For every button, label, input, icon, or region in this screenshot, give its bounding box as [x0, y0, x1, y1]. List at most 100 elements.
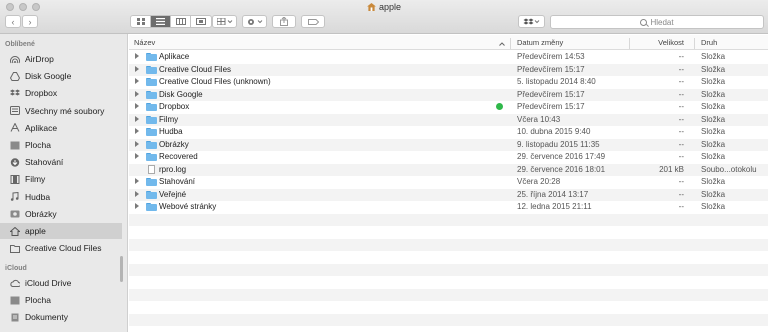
sidebar-item-stahování[interactable]: Stahování: [0, 154, 122, 170]
list-view-button[interactable]: [151, 16, 171, 27]
sidebar-item-label: Disk Google: [25, 71, 72, 82]
column-kind-header[interactable]: Druh: [701, 38, 717, 47]
table-row[interactable]: Aplikace Předevčírem 14:53 -- Složka: [129, 51, 768, 64]
table-row[interactable]: Recovered 29. července 2016 17:49 -- Složka: [129, 151, 768, 164]
favorites-header: Oblíbené: [5, 41, 35, 48]
file-date-modified: Předevčírem 15:17: [517, 102, 585, 111]
disclosure-triangle-icon[interactable]: [135, 153, 139, 159]
folder-icon: [146, 103, 157, 111]
column-view-button[interactable]: [171, 16, 191, 27]
sidebar-item-airdrop[interactable]: AirDrop: [0, 51, 122, 67]
sidebar-item-aplikace[interactable]: Aplikace: [0, 120, 122, 136]
sidebar-item-hudba[interactable]: Hudba: [0, 189, 122, 205]
sidebar-item-dropbox[interactable]: Dropbox: [0, 85, 122, 101]
disclosure-triangle-icon[interactable]: [135, 90, 139, 97]
sync-status-icon: [496, 103, 503, 110]
table-row[interactable]: Dropbox Předevčírem 15:17 -- Složka: [129, 101, 768, 114]
disclosure-triangle-icon[interactable]: [135, 128, 139, 134]
sidebar-item-label: Dokumenty: [25, 312, 68, 323]
file-size: 201 kB: [659, 164, 684, 174]
downloads-icon: [10, 157, 20, 167]
sidebar-scrollbar[interactable]: [120, 256, 123, 282]
table-row[interactable]: Creative Cloud Files (unknown) 5. listopa…: [129, 76, 768, 89]
sidebar-item-dokumenty[interactable]: Dokumenty: [0, 309, 122, 325]
share-icon: [280, 17, 288, 26]
cover-flow-view-button[interactable]: [191, 16, 211, 27]
sidebar-item-plocha[interactable]: Plocha: [0, 137, 122, 153]
disclosure-triangle-icon[interactable]: [135, 140, 139, 147]
disclosure-triangle-icon[interactable]: [135, 190, 139, 197]
table-row[interactable]: Veřejné 25. října 2014 13:17 -- Složka: [129, 188, 768, 201]
file-kind: Složka: [701, 114, 726, 124]
disclosure-triangle-icon[interactable]: [135, 103, 139, 109]
sidebar-item-label: Stahování: [25, 157, 64, 168]
disclosure-triangle-icon[interactable]: [135, 178, 139, 184]
empty-row: [129, 313, 768, 326]
sidebar-item-filmy[interactable]: Filmy: [0, 171, 122, 187]
folder-icon: [146, 65, 157, 74]
table-row[interactable]: rpro.log 29. července 2016 18:01 201 kB Sou…: [129, 163, 768, 176]
disclosure-triangle-icon[interactable]: [135, 115, 139, 122]
sidebar-item-icloud-drive[interactable]: iCloud Drive: [0, 275, 122, 291]
window-title-bar: apple: [0, 2, 768, 12]
sidebar-item-label: Obrázky: [25, 208, 57, 219]
applications-icon: [10, 123, 20, 133]
table-row[interactable]: Filmy Včera 10:43 -- Složka: [129, 113, 768, 126]
file-size: --: [678, 52, 684, 61]
table-row[interactable]: Disk Google Předevčírem 15:17 -- Složka: [129, 88, 768, 101]
forward-button[interactable]: ›: [22, 15, 38, 28]
arrange-menu-button[interactable]: [212, 15, 237, 28]
folder-icon: [146, 140, 157, 149]
table-row[interactable]: Hudba 10. dubna 2015 9:40 -- Složka: [129, 126, 768, 139]
sidebar-item-obrázky[interactable]: Obrázky: [0, 206, 122, 222]
file-date-modified: 10. dubna 2015 9:40: [517, 127, 591, 136]
dropbox-menu-button[interactable]: [518, 15, 545, 28]
sidebar-item-label: AirDrop: [25, 54, 54, 64]
file-size: --: [678, 189, 684, 199]
file-size: --: [678, 64, 684, 74]
column-size-header[interactable]: Velikost: [629, 38, 684, 47]
sidebar-item-label: Všechny mé soubory: [25, 105, 105, 116]
file-name: rpro.log: [159, 164, 187, 174]
disclosure-triangle-icon[interactable]: [135, 203, 139, 209]
view-mode-selector: [130, 15, 212, 28]
file-kind: Složka: [701, 177, 726, 186]
disclosure-triangle-icon[interactable]: [135, 53, 139, 59]
file-date-modified: Předevčírem 15:17: [517, 89, 585, 99]
sidebar-item-apple[interactable]: apple: [0, 223, 122, 239]
file-size: --: [678, 102, 684, 111]
share-button[interactable]: [272, 15, 296, 28]
chevron-left-icon: ‹: [11, 16, 15, 27]
icon-view-button[interactable]: [131, 16, 151, 27]
disclosure-triangle-icon[interactable]: [135, 78, 139, 84]
file-size: --: [678, 152, 684, 161]
chevron-right-icon: ›: [28, 16, 32, 27]
file-name: Obrázky: [159, 139, 189, 149]
action-menu-button[interactable]: [242, 15, 267, 28]
back-button[interactable]: ‹: [5, 15, 21, 28]
sidebar-item-plocha[interactable]: Plocha: [0, 292, 122, 308]
cloud-icon: [10, 279, 20, 288]
file-kind: Složka: [701, 64, 726, 74]
table-row[interactable]: Obrázky 9. listopadu 2015 11:35 -- Složka: [129, 138, 768, 151]
table-row[interactable]: Stahování Včera 20:28 -- Složka: [129, 176, 768, 189]
file-kind: Složka: [701, 202, 726, 211]
table-row[interactable]: Webové stránky 12. ledna 2015 21:11 -- Slož…: [129, 201, 768, 214]
search-field[interactable]: Hledat: [550, 15, 764, 29]
empty-row: [129, 251, 768, 264]
cover-flow-icon: [196, 18, 206, 25]
file-name: Dropbox: [159, 102, 190, 111]
file-size: --: [678, 202, 684, 211]
table-row[interactable]: Creative Cloud Files Předevčírem 15:17 -- S…: [129, 63, 768, 76]
sidebar-item-disk-google[interactable]: Disk Google: [0, 68, 122, 84]
edit-tags-button[interactable]: [301, 15, 325, 28]
sidebar: Oblíbené AirDrop Disk Google Dropbox Všechn…: [0, 34, 128, 332]
column-date-header[interactable]: Datum změny: [517, 38, 563, 47]
file-name: Creative Cloud Files: [159, 64, 232, 74]
file-name: Disk Google: [159, 89, 203, 99]
column-name-header[interactable]: Název: [134, 38, 155, 47]
sidebar-item-všechny-mé-soubory[interactable]: Všechny mé soubory: [0, 103, 122, 119]
gear-icon: [247, 18, 262, 25]
disclosure-triangle-icon[interactable]: [135, 65, 139, 72]
sidebar-item-creative-cloud-files[interactable]: Creative Cloud Files: [0, 240, 122, 256]
